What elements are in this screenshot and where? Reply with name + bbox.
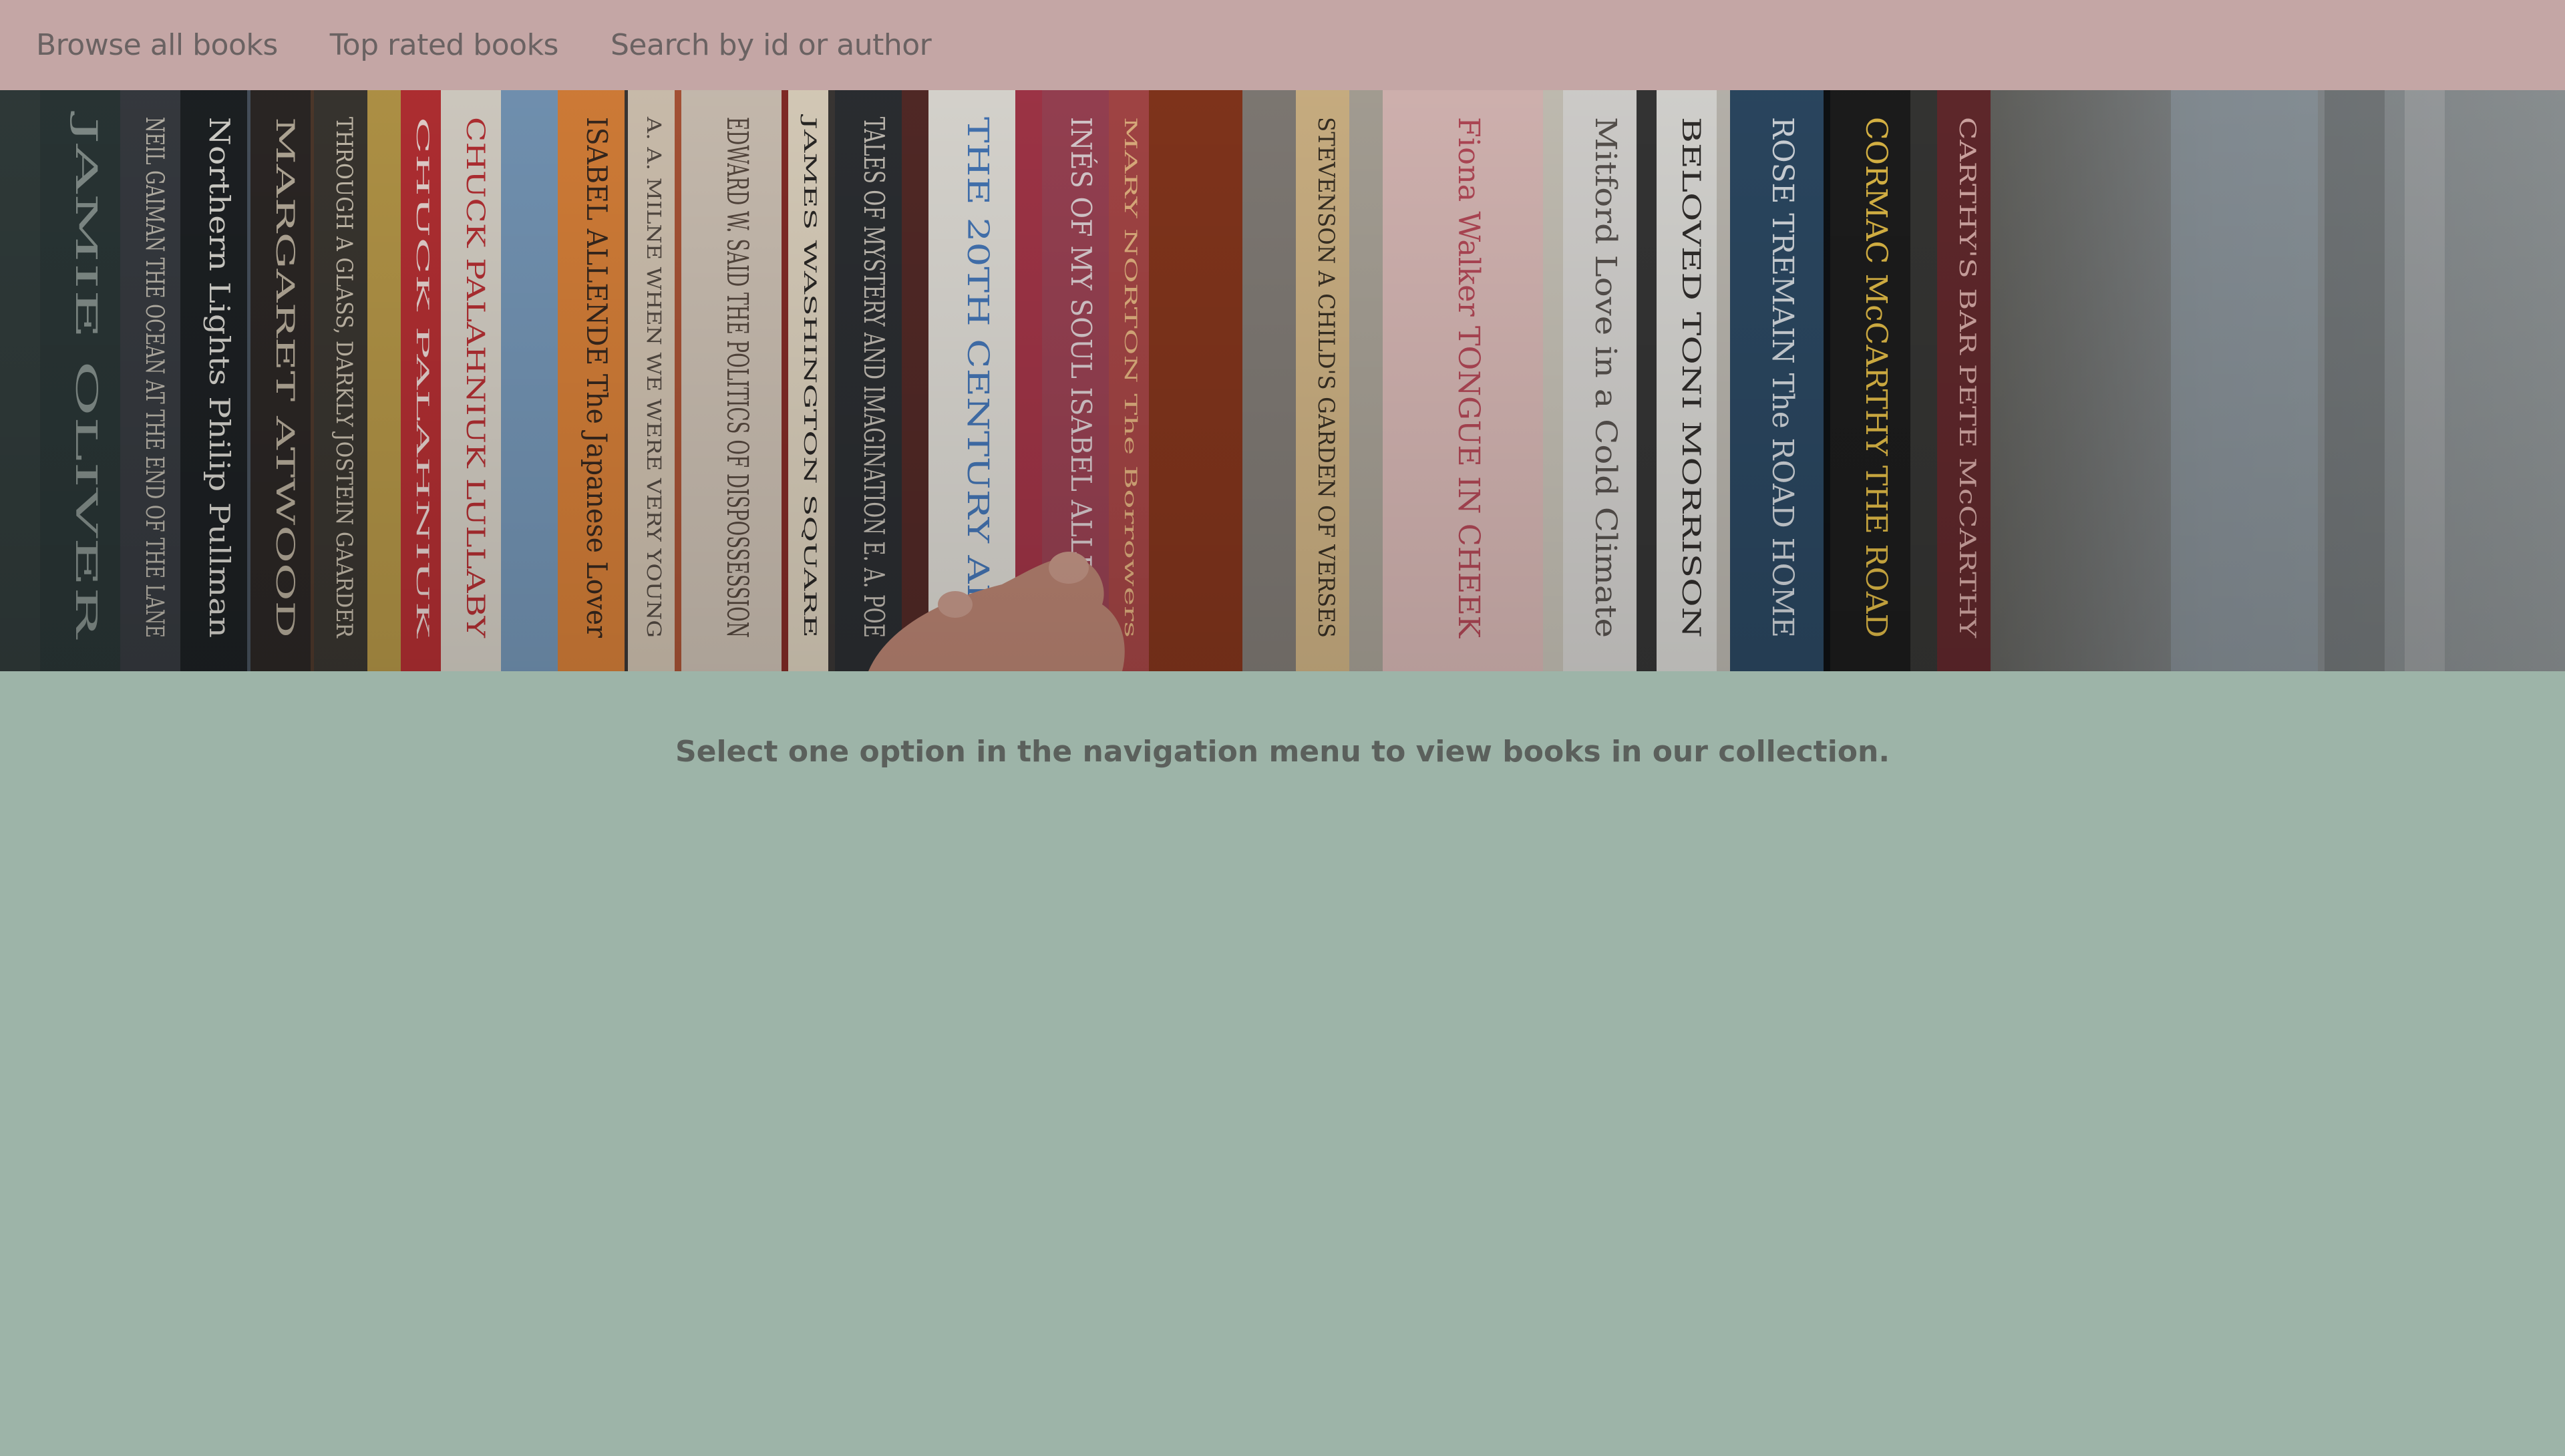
nav-top-rated-books[interactable]: Top rated books (330, 28, 559, 62)
nav-browse-all-books[interactable]: Browse all books (36, 28, 278, 62)
instruction-message: Select one option in the navigation menu… (675, 735, 1890, 769)
top-navigation: Browse all books Top rated books Search … (0, 0, 2565, 90)
bookshelf-banner-image: JAMIE OLIVERNEIL GAIMAN THE OCEAN AT THE… (0, 90, 2565, 671)
nav-search-by-id-or-author[interactable]: Search by id or author (611, 28, 932, 62)
bookshelf-illustration: JAMIE OLIVERNEIL GAIMAN THE OCEAN AT THE… (0, 90, 2565, 671)
